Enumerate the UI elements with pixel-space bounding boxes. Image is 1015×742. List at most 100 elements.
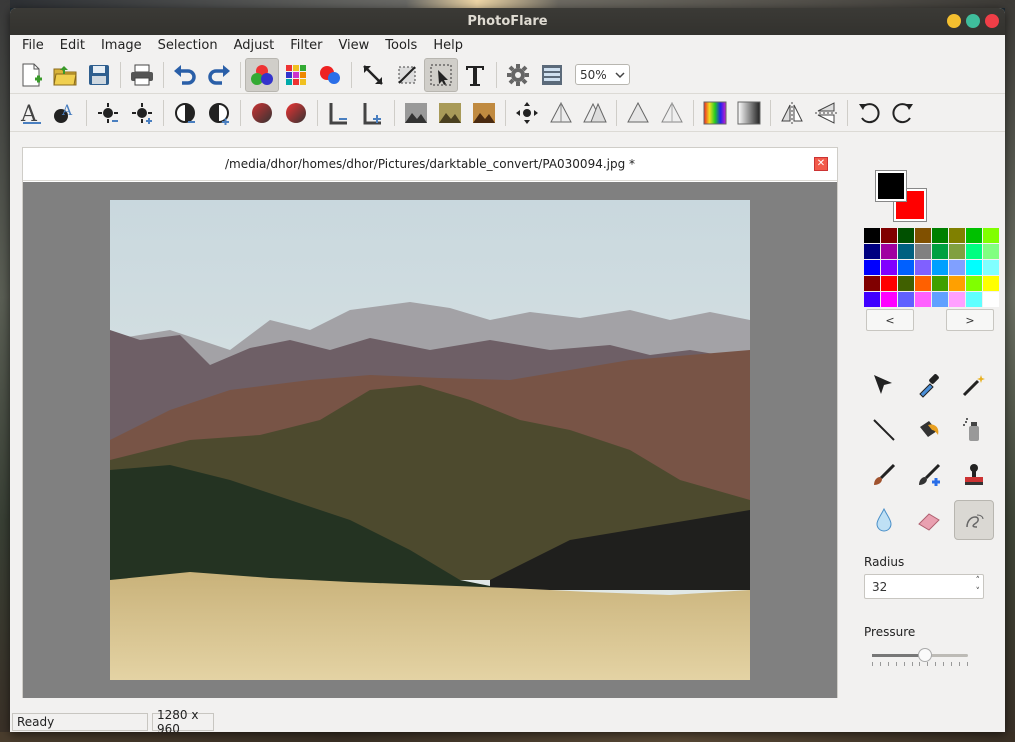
paint-brush-icon[interactable] [864, 455, 904, 495]
pressure-slider[interactable] [872, 648, 968, 662]
selection-pointer-icon[interactable] [424, 57, 458, 92]
stamp-icon[interactable] [954, 455, 994, 495]
maximize-button[interactable] [966, 14, 980, 28]
resize-arrow-icon[interactable] [356, 58, 390, 92]
paint-bucket-icon[interactable] [909, 410, 949, 450]
flip-vertical-icon[interactable] [809, 96, 843, 130]
gear-icon[interactable] [501, 58, 535, 92]
palette-swatch[interactable] [864, 260, 880, 275]
palette-swatch[interactable] [898, 228, 914, 243]
outline-text-icon[interactable]: A [48, 96, 82, 130]
undo-icon[interactable] [168, 58, 202, 92]
crop-icon[interactable] [390, 58, 424, 92]
rotate-left-icon[interactable] [852, 96, 886, 130]
palette-swatch[interactable] [949, 244, 965, 259]
canvas-background[interactable] [23, 182, 837, 698]
menu-help[interactable]: Help [425, 38, 471, 53]
zoom-select[interactable]: 50% [575, 64, 630, 85]
palette-swatch[interactable] [949, 228, 965, 243]
smudge-tool-icon[interactable] [954, 500, 994, 540]
double-pyramid-icon[interactable] [578, 96, 612, 130]
palette-swatch[interactable] [966, 244, 982, 259]
palette-swatch[interactable] [983, 276, 999, 291]
print-icon[interactable] [125, 58, 159, 92]
palette-swatch[interactable] [932, 292, 948, 307]
color-dots-icon[interactable] [313, 58, 347, 92]
menu-adjust[interactable]: Adjust [226, 38, 283, 53]
palette-swatch[interactable] [932, 260, 948, 275]
palette-swatch[interactable] [932, 228, 948, 243]
rotate-right-icon[interactable] [886, 96, 920, 130]
palette-swatch[interactable] [932, 244, 948, 259]
palette-swatch[interactable] [966, 276, 982, 291]
palette-swatch[interactable] [881, 260, 897, 275]
spin-arrows-icon[interactable]: ˄ ˅ [976, 576, 981, 598]
foreground-color-swatch[interactable] [876, 171, 906, 201]
magic-wand-icon[interactable] [954, 365, 994, 405]
palette-swatch[interactable] [898, 276, 914, 291]
palette-swatch[interactable] [949, 276, 965, 291]
palette-swatch[interactable] [915, 292, 931, 307]
palette-swatch[interactable] [915, 228, 931, 243]
paint-mode-icon[interactable] [245, 57, 279, 92]
palette-swatch[interactable] [983, 260, 999, 275]
clone-brush-icon[interactable] [909, 455, 949, 495]
palette-swatch[interactable] [966, 260, 982, 275]
blur-drop-icon[interactable] [864, 500, 904, 540]
close-document-icon[interactable]: ✕ [814, 157, 828, 171]
levels-up-icon[interactable] [356, 96, 390, 130]
contrast-up-icon[interactable] [202, 96, 236, 130]
palette-swatch[interactable] [881, 244, 897, 259]
minimize-button[interactable] [947, 14, 961, 28]
palette-next-button[interactable]: > [946, 309, 994, 331]
gradient-rainbow-icon[interactable] [698, 96, 732, 130]
line-tool-icon[interactable] [864, 410, 904, 450]
palette-swatch[interactable] [864, 244, 880, 259]
font-size-icon[interactable]: A [14, 96, 48, 130]
text-icon[interactable] [458, 58, 492, 92]
color-grid-icon[interactable] [279, 58, 313, 92]
save-icon[interactable] [82, 58, 116, 92]
palette-swatch[interactable] [864, 292, 880, 307]
palette-swatch[interactable] [949, 292, 965, 307]
title-bar[interactable]: PhotoFlare [10, 8, 1005, 35]
palette-swatch[interactable] [932, 276, 948, 291]
sepia-filter-icon[interactable] [467, 96, 501, 130]
palette-swatch[interactable] [983, 244, 999, 259]
saturation-up-icon[interactable] [279, 96, 313, 130]
spray-can-icon[interactable] [954, 410, 994, 450]
old-photo-filter-icon[interactable] [433, 96, 467, 130]
palette-prev-button[interactable]: < [866, 309, 914, 331]
sharpen-icon[interactable] [621, 96, 655, 130]
layers-icon[interactable] [535, 58, 569, 92]
menu-view[interactable]: View [330, 38, 377, 53]
palette-swatch[interactable] [915, 260, 931, 275]
close-window-button[interactable] [985, 14, 999, 28]
palette-swatch[interactable] [881, 292, 897, 307]
image-canvas[interactable] [110, 200, 750, 680]
contrast-down-icon[interactable] [168, 96, 202, 130]
saturation-down-icon[interactable] [245, 96, 279, 130]
gradient-gray-icon[interactable] [732, 96, 766, 130]
palette-swatch[interactable] [966, 292, 982, 307]
palette-swatch[interactable] [966, 228, 982, 243]
palette-swatch[interactable] [881, 276, 897, 291]
redo-icon[interactable] [202, 58, 236, 92]
menu-file[interactable]: File [14, 38, 52, 53]
pyramid-icon[interactable] [544, 96, 578, 130]
new-file-icon[interactable] [14, 58, 48, 92]
palette-swatch[interactable] [949, 260, 965, 275]
explode-icon[interactable] [510, 96, 544, 130]
eraser-icon[interactable] [909, 500, 949, 540]
color-picker-icon[interactable] [909, 365, 949, 405]
menu-image[interactable]: Image [93, 38, 150, 53]
palette-swatch[interactable] [983, 228, 999, 243]
soften-icon[interactable] [655, 96, 689, 130]
radius-spinbox[interactable]: 32 ˄ ˅ [864, 574, 984, 599]
brightness-up-icon[interactable] [125, 96, 159, 130]
levels-down-icon[interactable] [322, 96, 356, 130]
palette-swatch[interactable] [864, 276, 880, 291]
brightness-down-icon[interactable] [91, 96, 125, 130]
menu-tools[interactable]: Tools [377, 38, 425, 53]
palette-swatch[interactable] [915, 244, 931, 259]
